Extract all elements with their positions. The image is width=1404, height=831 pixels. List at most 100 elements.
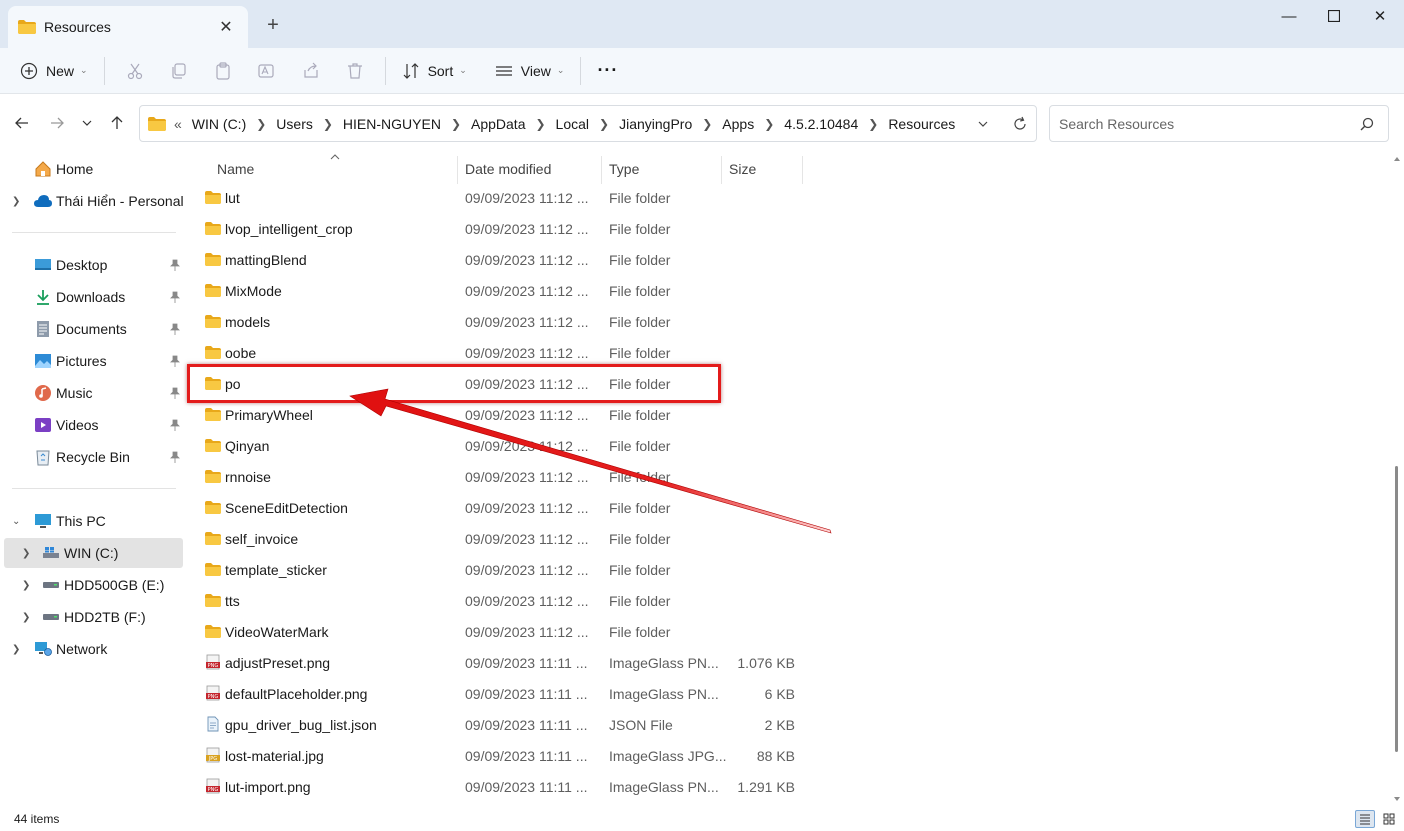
sidebar-item-desktop[interactable]: Desktop bbox=[0, 250, 184, 280]
file-row[interactable]: gpu_driver_bug_list.json 09/09/2023 11:11… bbox=[190, 709, 810, 740]
sort-button[interactable]: Sort ⌄ bbox=[394, 54, 475, 88]
recent-locations-chevron-icon[interactable] bbox=[74, 110, 100, 136]
close-window-icon[interactable]: ✕ bbox=[1357, 0, 1403, 32]
sort-ascending-chevron-icon[interactable] bbox=[329, 153, 341, 161]
pin-icon[interactable] bbox=[170, 323, 180, 335]
sidebar-item-win-c[interactable]: ❯ WIN (C:) bbox=[4, 538, 183, 568]
forward-arrow-icon[interactable] bbox=[44, 110, 70, 136]
file-row[interactable]: mattingBlend 09/09/2023 11:12 ... File fol… bbox=[190, 244, 810, 275]
chevron-right-icon[interactable]: ❯ bbox=[12, 644, 20, 655]
pin-icon[interactable] bbox=[170, 259, 180, 271]
file-row[interactable]: po 09/09/2023 11:12 ... File folder bbox=[190, 368, 810, 399]
column-header-type[interactable]: Type bbox=[609, 161, 639, 177]
sidebar-item-home[interactable]: Home bbox=[0, 154, 184, 184]
file-row[interactable]: oobe 09/09/2023 11:12 ... File folder bbox=[190, 337, 810, 368]
search-box[interactable] bbox=[1049, 105, 1389, 142]
sidebar-item-downloads[interactable]: Downloads bbox=[0, 282, 184, 312]
column-divider[interactable] bbox=[721, 156, 722, 184]
sidebar-item-hdd500gb[interactable]: ❯ HDD500GB (E:) bbox=[0, 570, 184, 600]
file-row[interactable]: template_sticker 09/09/2023 11:12 ... File… bbox=[190, 554, 810, 585]
up-arrow-icon[interactable] bbox=[104, 110, 130, 136]
sidebar-item-pictures[interactable]: Pictures bbox=[0, 346, 184, 376]
chevron-right-icon[interactable]: ❯ bbox=[535, 117, 545, 131]
cut-button[interactable] bbox=[118, 54, 152, 88]
new-tab-icon[interactable]: + bbox=[258, 12, 288, 38]
sidebar-item-music[interactable]: Music bbox=[0, 378, 184, 408]
column-header-name[interactable]: Name bbox=[217, 161, 254, 177]
pin-icon[interactable] bbox=[170, 291, 180, 303]
sidebar-item-recycle-bin[interactable]: Recycle Bin bbox=[0, 442, 184, 472]
file-row[interactable]: MixMode 09/09/2023 11:12 ... File folder bbox=[190, 275, 810, 306]
search-input[interactable] bbox=[1059, 115, 1349, 132]
chevron-right-icon[interactable]: ❯ bbox=[12, 196, 20, 207]
scroll-down-icon[interactable] bbox=[1393, 796, 1401, 802]
sidebar-item-this-pc[interactable]: ⌄ This PC bbox=[0, 506, 184, 536]
file-row[interactable]: VideoWaterMark 09/09/2023 11:12 ... File f… bbox=[190, 616, 810, 647]
pin-icon[interactable] bbox=[170, 387, 180, 399]
breadcrumb-apps[interactable]: Apps bbox=[722, 116, 754, 132]
chevron-right-icon[interactable]: ❯ bbox=[702, 117, 712, 131]
breadcrumb-hien-nguyen[interactable]: HIEN-NGUYEN bbox=[343, 116, 441, 132]
vertical-scrollbar[interactable] bbox=[1391, 152, 1403, 807]
file-row[interactable]: tts 09/09/2023 11:12 ... File folder bbox=[190, 585, 810, 616]
maximize-icon[interactable] bbox=[1311, 0, 1357, 32]
details-view-button[interactable] bbox=[1355, 810, 1375, 828]
sidebar-item-hdd2tb[interactable]: ❯ HDD2TB (F:) bbox=[0, 602, 184, 632]
breadcrumb-local[interactable]: Local bbox=[556, 116, 589, 132]
sidebar-item-onedrive[interactable]: ❯ Thái Hiển - Personal bbox=[0, 186, 184, 216]
chevron-right-icon[interactable]: ❯ bbox=[22, 612, 30, 623]
tab-resources[interactable]: Resources ✕ bbox=[8, 6, 248, 48]
chevron-right-icon[interactable]: ❯ bbox=[22, 580, 30, 591]
breadcrumb-version[interactable]: 4.5.2.10484 bbox=[784, 116, 858, 132]
file-row[interactable]: PNG lut-import.png 09/09/2023 11:11 ... Ima… bbox=[190, 771, 810, 802]
rename-button[interactable] bbox=[250, 54, 284, 88]
pin-icon[interactable] bbox=[170, 419, 180, 431]
back-arrow-icon[interactable] bbox=[9, 110, 35, 136]
column-divider[interactable] bbox=[802, 156, 803, 184]
file-row[interactable]: models 09/09/2023 11:12 ... File folder bbox=[190, 306, 810, 337]
column-divider[interactable] bbox=[601, 156, 602, 184]
breadcrumb-appdata[interactable]: AppData bbox=[471, 116, 525, 132]
file-row[interactable]: lut 09/09/2023 11:12 ... File folder bbox=[190, 182, 810, 213]
chevron-right-icon[interactable]: ❯ bbox=[451, 117, 461, 131]
breadcrumb-resources[interactable]: Resources bbox=[888, 116, 955, 132]
large-icons-view-button[interactable] bbox=[1379, 810, 1399, 828]
chevron-right-icon[interactable]: ❯ bbox=[22, 548, 30, 559]
file-row[interactable]: rnnoise 09/09/2023 11:12 ... File folder bbox=[190, 461, 810, 492]
paste-button[interactable] bbox=[206, 54, 240, 88]
view-button[interactable]: View ⌄ bbox=[487, 54, 573, 88]
more-options-button[interactable]: ··· bbox=[589, 54, 626, 88]
sidebar-item-documents[interactable]: Documents bbox=[0, 314, 184, 344]
file-row[interactable]: Qinyan 09/09/2023 11:12 ... File folder bbox=[190, 430, 810, 461]
chevron-right-icon[interactable]: ❯ bbox=[764, 117, 774, 131]
file-row[interactable]: lvop_intelligent_crop 09/09/2023 11:12 ..… bbox=[190, 213, 810, 244]
chevron-right-icon[interactable]: ❯ bbox=[599, 117, 609, 131]
file-row[interactable]: PrimaryWheel 09/09/2023 11:12 ... File fol… bbox=[190, 399, 810, 430]
file-row[interactable]: PNG defaultPlaceholder.png 09/09/2023 11:1… bbox=[190, 678, 810, 709]
chevron-right-icon[interactable]: ❯ bbox=[256, 117, 266, 131]
address-bar[interactable]: « WIN (C:) ❯ Users ❯ HIEN-NGUYEN ❯ AppDa… bbox=[139, 105, 1037, 142]
column-header-size[interactable]: Size bbox=[729, 161, 756, 177]
column-divider[interactable] bbox=[457, 156, 458, 184]
sidebar-item-network[interactable]: ❯ Network bbox=[0, 634, 184, 664]
sidebar-item-videos[interactable]: Videos bbox=[0, 410, 184, 440]
file-row[interactable]: PNG adjustPreset.png 09/09/2023 11:11 ... I… bbox=[190, 647, 810, 678]
breadcrumb-jianyingpro[interactable]: JianyingPro bbox=[619, 116, 692, 132]
breadcrumb-users[interactable]: Users bbox=[276, 116, 313, 132]
share-button[interactable] bbox=[294, 54, 328, 88]
breadcrumb-win-c[interactable]: WIN (C:) bbox=[192, 116, 246, 132]
file-row[interactable]: JPG lost-material.jpg 09/09/2023 11:11 ...… bbox=[190, 740, 810, 771]
minimize-icon[interactable]: — bbox=[1266, 0, 1312, 32]
pin-icon[interactable] bbox=[170, 355, 180, 367]
pin-icon[interactable] bbox=[170, 451, 180, 463]
chevron-right-icon[interactable]: ❯ bbox=[868, 117, 878, 131]
new-button[interactable]: New ⌄ bbox=[12, 54, 96, 88]
file-row[interactable]: self_invoice 09/09/2023 11:12 ... File fol… bbox=[190, 523, 810, 554]
delete-button[interactable] bbox=[338, 54, 372, 88]
chevron-right-icon[interactable]: ❯ bbox=[323, 117, 333, 131]
close-tab-icon[interactable]: ✕ bbox=[210, 13, 242, 41]
copy-button[interactable] bbox=[162, 54, 196, 88]
scrollbar-thumb[interactable] bbox=[1395, 466, 1398, 752]
chevron-down-icon[interactable]: ⌄ bbox=[12, 516, 20, 527]
column-header-date[interactable]: Date modified bbox=[465, 161, 551, 177]
